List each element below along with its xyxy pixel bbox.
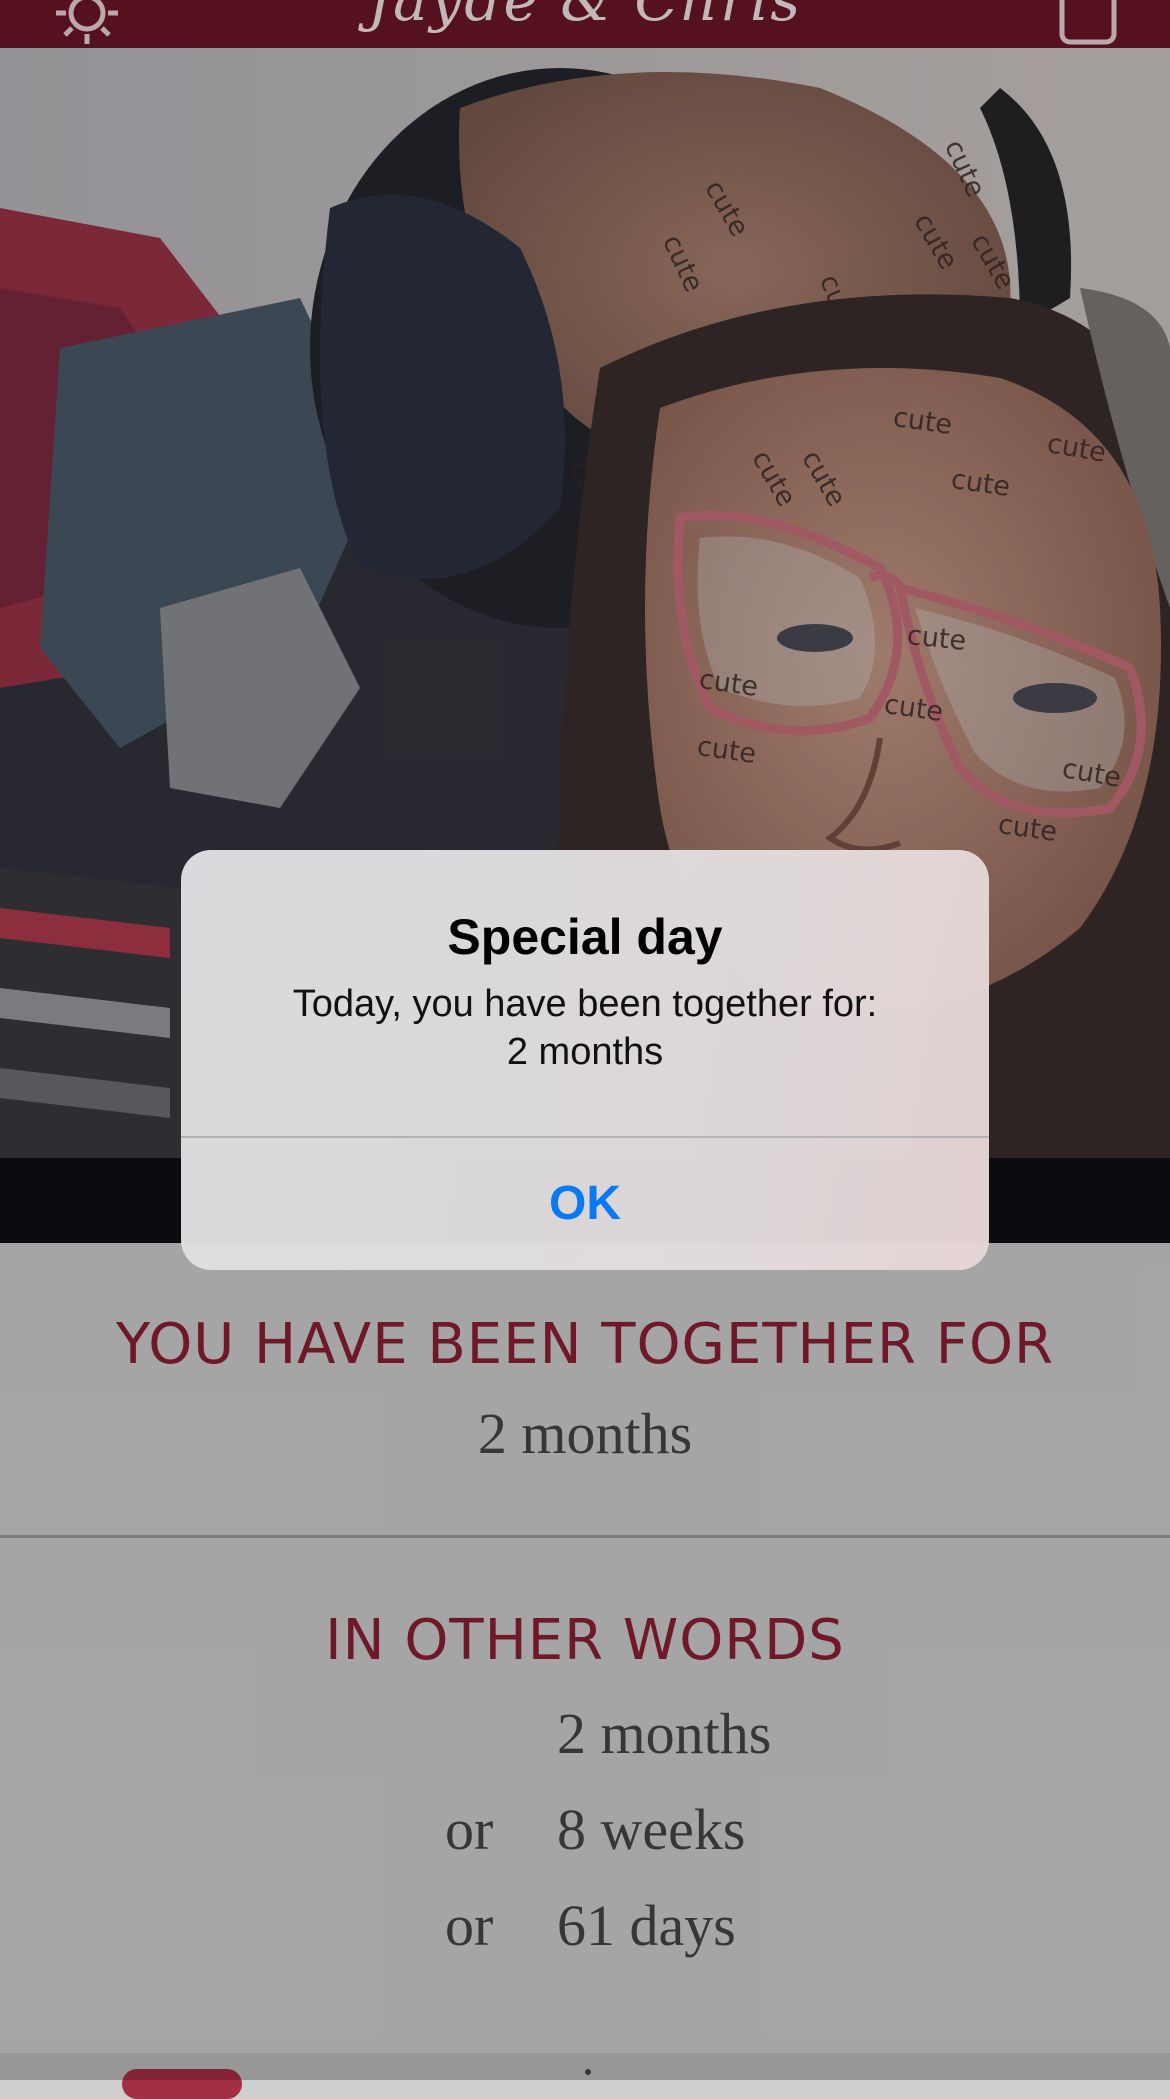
alert-message: Today, you have been together for: 2 mon… xyxy=(181,980,989,1076)
alert-message-duration: 2 months xyxy=(506,1031,664,1073)
alert-title: Special day xyxy=(447,909,723,965)
ok-button[interactable]: OK xyxy=(181,1138,989,1270)
special-day-alert: Special day Today, you have been togethe… xyxy=(181,850,989,1270)
alert-message-line: Today, you have been together for: xyxy=(292,983,878,1025)
